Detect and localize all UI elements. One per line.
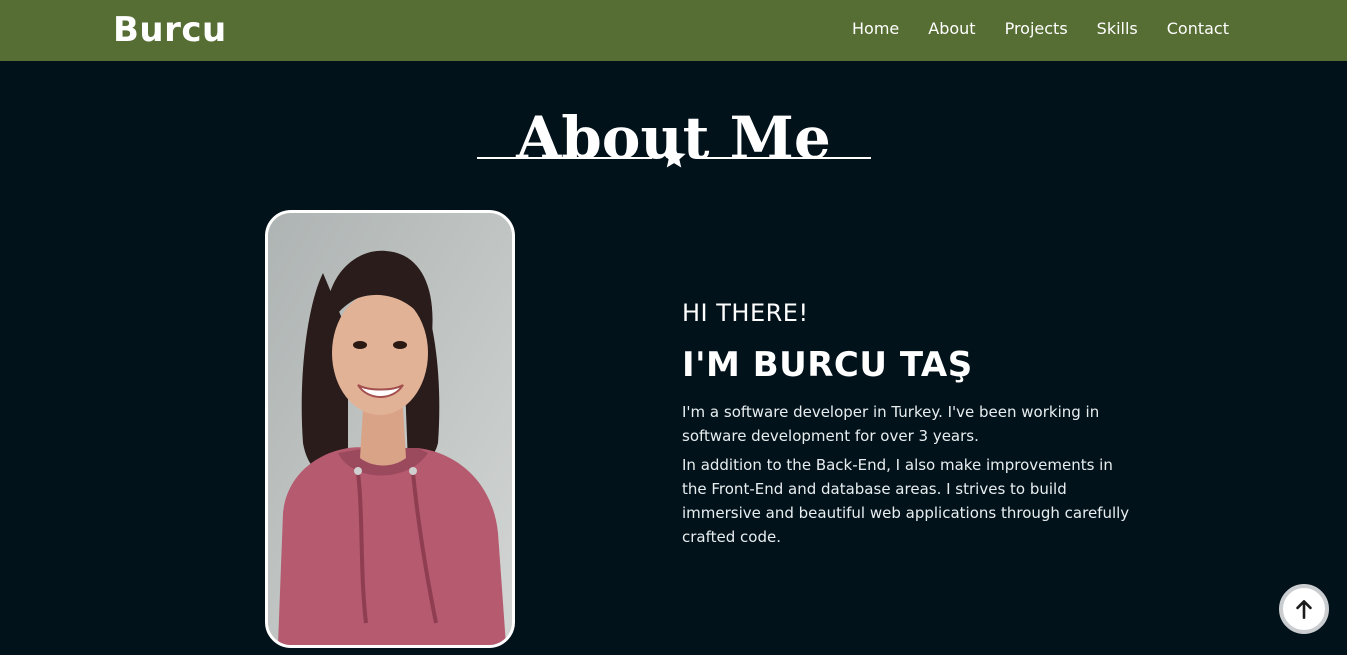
bio-paragraph-1: I'm a software developer in Turkey. I've… — [682, 403, 1100, 445]
title-divider-right — [696, 157, 871, 159]
profile-photo — [265, 210, 515, 648]
intro-section: HI THERE! I'M BURCU TAŞ I'm a software d… — [682, 296, 1132, 549]
brand-logo[interactable]: Burcu — [113, 8, 227, 52]
nav-menu: Home About Projects Skills Contact — [852, 18, 1229, 40]
nav-link-about[interactable]: About — [928, 18, 975, 40]
greeting: HI THERE! — [682, 299, 809, 327]
star-icon — [662, 145, 686, 168]
nav-link-home[interactable]: Home — [852, 18, 899, 40]
navbar: Burcu Home About Projects Skills Contact — [0, 0, 1347, 61]
scroll-to-top-button[interactable] — [1279, 584, 1329, 634]
nav-link-skills[interactable]: Skills — [1097, 18, 1138, 40]
title-divider-left — [477, 157, 652, 159]
nav-link-contact[interactable]: Contact — [1167, 18, 1229, 40]
name-heading: I'M BURCU TAŞ — [682, 345, 973, 385]
nav-link-projects[interactable]: Projects — [1005, 18, 1068, 40]
bio-paragraph-2: In addition to the Back-End, I also make… — [682, 456, 1130, 546]
arrow-up-icon — [1296, 600, 1312, 619]
